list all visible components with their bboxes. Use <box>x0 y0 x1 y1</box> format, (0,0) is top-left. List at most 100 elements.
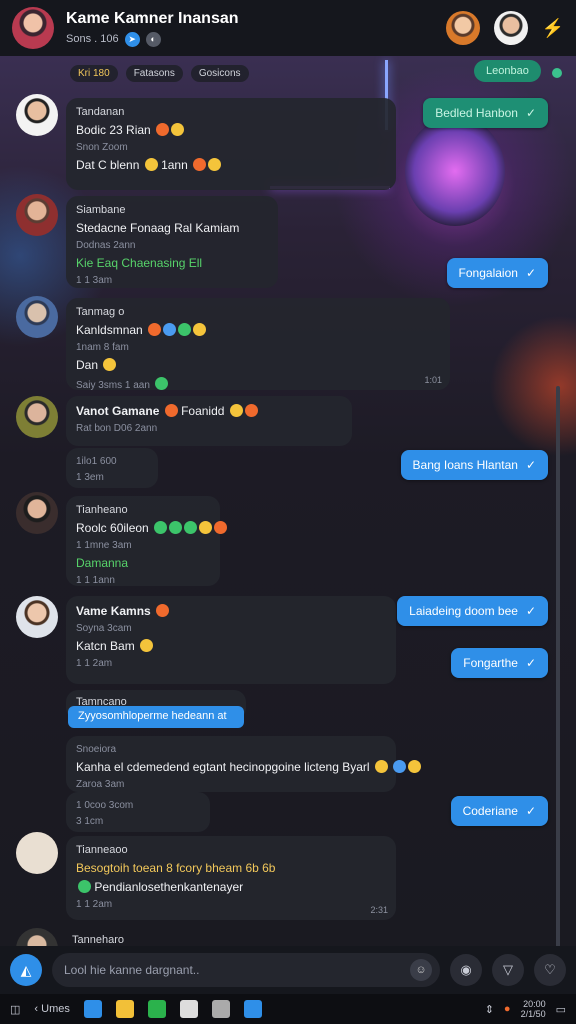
clock-time: 20:00 <box>523 999 546 1009</box>
window-icon[interactable]: ◫ <box>10 1003 20 1016</box>
message-bubble[interactable]: Vame Kamns Soyna 3cam Katcn Bam 1 1 2am <box>66 596 396 684</box>
app-icon[interactable] <box>179 1000 198 1018</box>
composer-bar: ◭ Lool hie kanne dargnant.. ☺ ◉ ▽ ♡ <box>0 946 576 994</box>
message-bubble[interactable]: Tianheano Roolc 60ileon 1 1mne 3am Daman… <box>66 496 228 586</box>
message-bubble[interactable]: Tandanan Bodic 23 Rian Snon Zoom Dat C b… <box>66 98 396 190</box>
message-text: Coderiane <box>462 804 518 818</box>
message-line: Saiy 3sms <box>76 380 123 391</box>
avatar[interactable] <box>16 492 58 534</box>
message-bubble[interactable]: 1 0coo 3com 3 1cm <box>66 792 210 832</box>
app-icon[interactable] <box>211 1000 230 1018</box>
message-bubble[interactable]: 1ilo1 600 1 3em <box>66 448 158 488</box>
message-text: Roolc 60ileon <box>76 521 228 535</box>
message-time: 1:01 <box>424 375 442 385</box>
outgoing-message[interactable]: Bedled Hanbon ✓ <box>423 98 548 128</box>
message-meta: Rat bon D06 2ann <box>76 423 158 434</box>
avatar[interactable] <box>16 396 58 438</box>
chat-icon[interactable]: ▭ <box>556 1003 566 1016</box>
emoji-icon <box>208 158 222 171</box>
sound-icon[interactable]: ⇕ <box>485 1003 494 1016</box>
message-meta: 1 1mne 3am <box>76 540 132 551</box>
message-meta: Saiy 3sms 1 aan <box>76 377 440 391</box>
message-bubble[interactable]: Vanot Gamane Foanidd Rat bon D06 2ann <box>66 396 352 446</box>
sticker-icon[interactable]: ▽ <box>492 954 524 986</box>
emoji-icon <box>154 377 168 390</box>
chip[interactable]: Gosicons <box>190 64 249 82</box>
read-check-icon: ✓ <box>525 458 536 472</box>
message-text: Dat C blenn 1ann <box>76 158 386 172</box>
input-placeholder: Lool hie kanne dargnant.. <box>64 963 200 977</box>
voice-icon[interactable]: ♡ <box>534 954 566 986</box>
message-text: Fongalaion <box>458 266 518 280</box>
emoji-icon <box>178 323 192 336</box>
participant-avatar[interactable] <box>493 11 528 45</box>
emoji-icon <box>214 521 228 534</box>
message-text: Pendianlosethenkantenayer <box>76 880 386 894</box>
sender-name: Tanneharo <box>72 934 124 946</box>
app-icon[interactable] <box>147 1000 166 1018</box>
outgoing-message[interactable]: Fongarthe ✓ <box>451 648 548 678</box>
message-link[interactable]: Damanna <box>76 556 210 570</box>
message-meta: Zaroa 3am <box>76 779 125 790</box>
notification-icon[interactable]: ● <box>504 1003 511 1015</box>
message-text: Stedacne Fonaag Ral Kamiam <box>76 221 240 235</box>
camera-icon[interactable]: ◉ <box>450 954 482 986</box>
emoji-icon <box>156 123 170 136</box>
message-text: Dan <box>76 358 440 372</box>
app-icon[interactable] <box>243 1000 262 1018</box>
scrollbar[interactable] <box>556 386 560 996</box>
sender-name: Tianneaoo <box>76 844 128 856</box>
avatar[interactable] <box>16 832 58 874</box>
share-icon[interactable]: ⚡ <box>542 18 564 39</box>
status-dot <box>552 68 562 78</box>
message-bubble[interactable]: Snoeiora Kanha el cdemedend egtant hecin… <box>66 736 422 792</box>
avatar[interactable] <box>16 94 58 136</box>
message-text: Kanldsmnan <box>76 323 440 337</box>
pinned-badge[interactable]: Leonbao <box>474 60 541 82</box>
chat-area[interactable]: Kri 180 Fatasons Gosicons Leonbao Tandan… <box>0 56 576 996</box>
outgoing-message[interactable]: Laiadeing doom bee ✓ <box>397 596 548 626</box>
emoji-picker-icon[interactable]: ☺ <box>410 959 432 981</box>
message-link[interactable]: Kie Eaq Chaenasing Ell <box>76 256 268 270</box>
avatar[interactable] <box>16 194 58 236</box>
message-bubble[interactable]: Tianneaoo Besogtoih toean 8 fcory bheam … <box>66 836 396 920</box>
attach-icon[interactable]: ◭ <box>10 954 42 986</box>
taskbar-label: Umes <box>41 1003 70 1015</box>
chat-avatar[interactable] <box>12 7 54 49</box>
system-tray: ⇕ ● 20:00 2/1/50 ▭ <box>485 999 566 1019</box>
message-line: Bodic 23 Rian <box>76 123 151 137</box>
emoji-icon <box>103 358 117 371</box>
emoji-icon <box>244 404 258 417</box>
avatar[interactable] <box>16 296 58 338</box>
chat-title-block[interactable]: Kame Kamner Inansan Sons . 106 ➤ ◐ <box>66 10 239 47</box>
emoji-icon <box>144 158 158 171</box>
highlighted-text[interactable]: Zyyosomhloperme hedeann at <box>68 706 244 728</box>
clock[interactable]: 20:00 2/1/50 <box>521 999 546 1019</box>
message-text: Bang Ioans Hlantan <box>412 458 518 472</box>
message-input[interactable]: Lool hie kanne dargnant.. ☺ <box>52 953 440 987</box>
message-bubble[interactable]: Tanmag o Kanldsmnan 1nam 8 fam Dan Saiy … <box>66 298 450 391</box>
message-meta: Snon Zoom <box>76 142 128 153</box>
avatar[interactable] <box>16 596 58 638</box>
message-text: Bedled Hanbon <box>435 106 518 120</box>
emoji-icon <box>164 404 178 417</box>
back-label[interactable]: ‹ Umes <box>34 1003 69 1015</box>
outgoing-message[interactable]: Coderiane ✓ <box>450 796 548 826</box>
emoji-icon <box>140 639 154 652</box>
outgoing-message[interactable]: Fongalaion ✓ <box>446 258 548 288</box>
chip[interactable]: Fatasons <box>125 64 183 82</box>
message-time: 2:31 <box>370 905 388 915</box>
message-time: 1 1 2am <box>76 658 113 669</box>
app-icon[interactable] <box>115 1000 134 1018</box>
read-check-icon: ✓ <box>525 804 536 818</box>
chip[interactable]: Kri 180 <box>70 64 118 82</box>
telegram-icon: ➤ <box>124 31 140 47</box>
message-meta: Soyna 3cam <box>76 623 132 634</box>
app-icon[interactable] <box>83 1000 102 1018</box>
emoji-icon <box>78 880 91 893</box>
participant-avatar[interactable] <box>445 11 480 45</box>
emoji-icon <box>193 158 207 171</box>
message-line: Dat C blenn <box>76 158 140 172</box>
message-bubble[interactable]: Siambane Stedacne Fonaag Ral Kamiam Dodn… <box>66 196 278 288</box>
outgoing-message[interactable]: Bang Ioans Hlantan ✓ <box>400 450 548 480</box>
